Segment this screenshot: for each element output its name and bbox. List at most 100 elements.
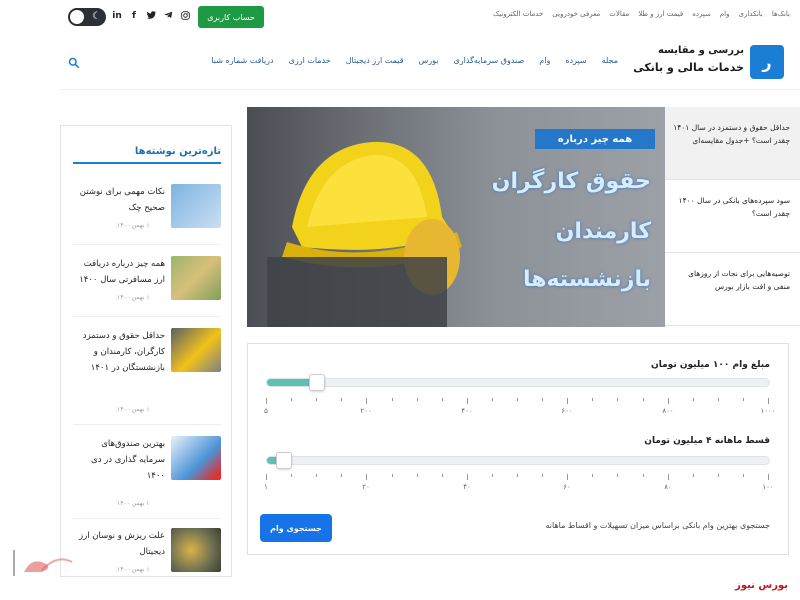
hero-banner-image[interactable]: همه چیز درباره حقوق کارگران کارمندان باز… (247, 107, 665, 327)
post-title[interactable]: بهترین صندوق‌های سرمایه گذاری در دی ۱۴۰۰ (73, 436, 165, 484)
telegram-icon[interactable] (163, 11, 173, 23)
slider-tick (417, 474, 418, 477)
loan-search-button[interactable]: جستجوی وام (260, 514, 332, 542)
hero-list-item[interactable]: توصیه‌هایی برای نجات از روزهای منفی و اف… (665, 253, 800, 326)
top-link-banks[interactable]: بانک‌ها (772, 10, 790, 18)
top-link-currency[interactable]: قیمت ارز و طلا (638, 10, 683, 18)
installment-ticks: ۱ ۲۰ ۴۰ ۶۰ ۸۰ ۱۰۰ (264, 474, 774, 491)
post-date: ۱ بهمن ۱۴۰۰ (117, 566, 150, 573)
logo-tagline-2: خدمات مالی و بانکی (633, 61, 744, 74)
slider-tick-label: ۶۰۰ (561, 407, 573, 415)
nav-item-currency-services[interactable]: خدمات ارزی (289, 56, 331, 65)
slider-tick (768, 398, 769, 404)
brand-logo-text: بورس نیوز (735, 580, 788, 591)
slider-tick (743, 398, 744, 401)
nav-item-magazine[interactable]: مجله (602, 56, 618, 65)
twitter-icon[interactable] (146, 11, 156, 23)
slider-tick (266, 474, 267, 480)
loan-calculator: مبلغ وام ۱۰۰ میلیون تومان ۵ ۲۰۰ ۴۰۰ ۶۰۰ ۸۰۰ ۱… (247, 343, 789, 555)
account-button[interactable]: حساب کاربری (198, 6, 264, 28)
slider-fill (267, 379, 315, 386)
slider-tick (567, 398, 568, 404)
post-title[interactable]: نکات مهمی برای نوشتن صحیح چک (73, 184, 165, 216)
search-icon[interactable] (68, 54, 80, 69)
slider-tick (366, 474, 367, 480)
slider-tick (693, 474, 694, 477)
nav-item-sheba[interactable]: دریافت شماره شبا (211, 56, 273, 65)
sidebar-title: تازه‌ترین نوشته‌ها (134, 146, 221, 157)
hero-banner-tag: همه چیز درباره (535, 129, 655, 149)
nav-item-deposit[interactable]: سپرده (565, 56, 586, 65)
top-link-articles[interactable]: مقالات (609, 10, 629, 18)
top-utility-bar: ☾ in f حساب کاربری بانک‌ها بانکداری وام … (60, 0, 800, 34)
latest-posts-sidebar: تازه‌ترین نوشته‌ها نکات مهمی برای نوشتن … (60, 125, 232, 577)
post-thumbnail (171, 256, 221, 300)
slider-tick (592, 474, 593, 477)
hero-post-list: حداقل حقوق و دستمزد در سال ۱۴۰۱ چقدر است… (665, 107, 800, 327)
slider-tick (392, 398, 393, 401)
hero-list-item[interactable]: حداقل حقوق و دستمزد در سال ۱۴۰۱ چقدر است… (665, 107, 800, 180)
slider-tick (492, 474, 493, 477)
slider-tick (341, 398, 342, 401)
post-title[interactable]: علت ریزش و نوسان ارز دیجیتال (73, 528, 165, 560)
post-date: ۱ بهمن ۱۴۰۰ (117, 500, 150, 507)
slider-tick (291, 398, 292, 401)
slider-tick (442, 474, 443, 477)
post-thumbnail (171, 184, 221, 228)
slider-handle[interactable] (276, 452, 292, 469)
nav-item-stock[interactable]: بورس (419, 56, 439, 65)
slider-tick (617, 474, 618, 477)
post-date: ۱ بهمن ۱۴۰۰ (117, 294, 150, 301)
hero-list-item[interactable]: سود سپرده‌های بانکی در سال ۱۴۰۰ چقدر است… (665, 180, 800, 253)
top-link-deposit[interactable]: سپرده (692, 10, 711, 18)
top-link-e-services[interactable]: خدمات الکترونیک (493, 10, 543, 18)
social-icons: in f (112, 11, 190, 23)
slider-tick (291, 474, 292, 477)
slider-tick (316, 474, 317, 477)
facebook-icon[interactable]: f (129, 11, 139, 23)
slider-handle[interactable] (309, 374, 325, 391)
loan-amount-label: مبلغ وام ۱۰۰ میلیون تومان (651, 360, 770, 370)
nav-item-crypto[interactable]: قیمت ارز دیجیتال (346, 56, 404, 65)
slider-tick (492, 398, 493, 401)
slider-tick-label: ۱۰۰ (762, 483, 774, 491)
loan-amount-slider[interactable] (266, 374, 770, 391)
slider-tick (643, 398, 644, 401)
post-thumbnail (171, 436, 221, 480)
slider-tick (467, 474, 468, 480)
linkedin-icon[interactable]: in (112, 11, 122, 23)
slider-tick (693, 398, 694, 401)
nav-item-funds[interactable]: صندوق سرمایه‌گذاری (454, 56, 525, 65)
instagram-icon[interactable] (180, 11, 190, 23)
slider-tick (718, 474, 719, 477)
slider-tick (467, 398, 468, 404)
post-thumbnail (171, 328, 221, 372)
slider-tick-label: ۱۰۰۰ (760, 407, 776, 415)
post-date: ۱ بهمن ۱۴۰۰ (117, 406, 150, 413)
installment-slider[interactable] (266, 452, 770, 469)
divider (73, 518, 221, 519)
divider (73, 316, 221, 317)
nav-item-loan[interactable]: وام (539, 56, 550, 65)
post-title[interactable]: حداقل حقوق و دستمزد کارگران، کارمندان و … (73, 328, 165, 376)
slider-tick-label: ۲۰۰ (360, 407, 372, 415)
slider-tick (542, 398, 543, 401)
post-item[interactable]: علت ریزش و نوسان ارز دیجیتال ۱ بهمن ۱۴۰۰ (73, 528, 221, 576)
top-link-loan[interactable]: وام (720, 10, 730, 18)
dark-mode-toggle[interactable]: ☾ (68, 8, 106, 26)
site-watermark (12, 548, 82, 578)
top-link-banking[interactable]: بانکداری (739, 10, 763, 18)
post-title[interactable]: همه چیز درباره دریافت ارز مسافرتی سال ۱۴… (73, 256, 165, 288)
slider-tick-label: ۴۰۰ (461, 407, 473, 415)
top-link-cars[interactable]: معرفی خودرویی (552, 10, 600, 18)
slider-tick (592, 398, 593, 401)
slider-tick (668, 398, 669, 404)
site-logo[interactable]: ر بررسی و مقایسه خدمات مالی و بانکی (633, 41, 784, 83)
calculator-description: جستجوی بهترین وام بانکی براساس میزان تسه… (545, 521, 770, 530)
divider (73, 424, 221, 425)
post-item[interactable]: حداقل حقوق و دستمزد کارگران، کارمندان و … (73, 328, 221, 418)
post-date: ۱ بهمن ۱۴۰۰ (117, 222, 150, 229)
slider-tick (517, 474, 518, 477)
post-item[interactable]: بهترین صندوق‌های سرمایه گذاری در دی ۱۴۰۰… (73, 436, 221, 526)
slider-tick-label: ۶۰ (563, 483, 571, 491)
